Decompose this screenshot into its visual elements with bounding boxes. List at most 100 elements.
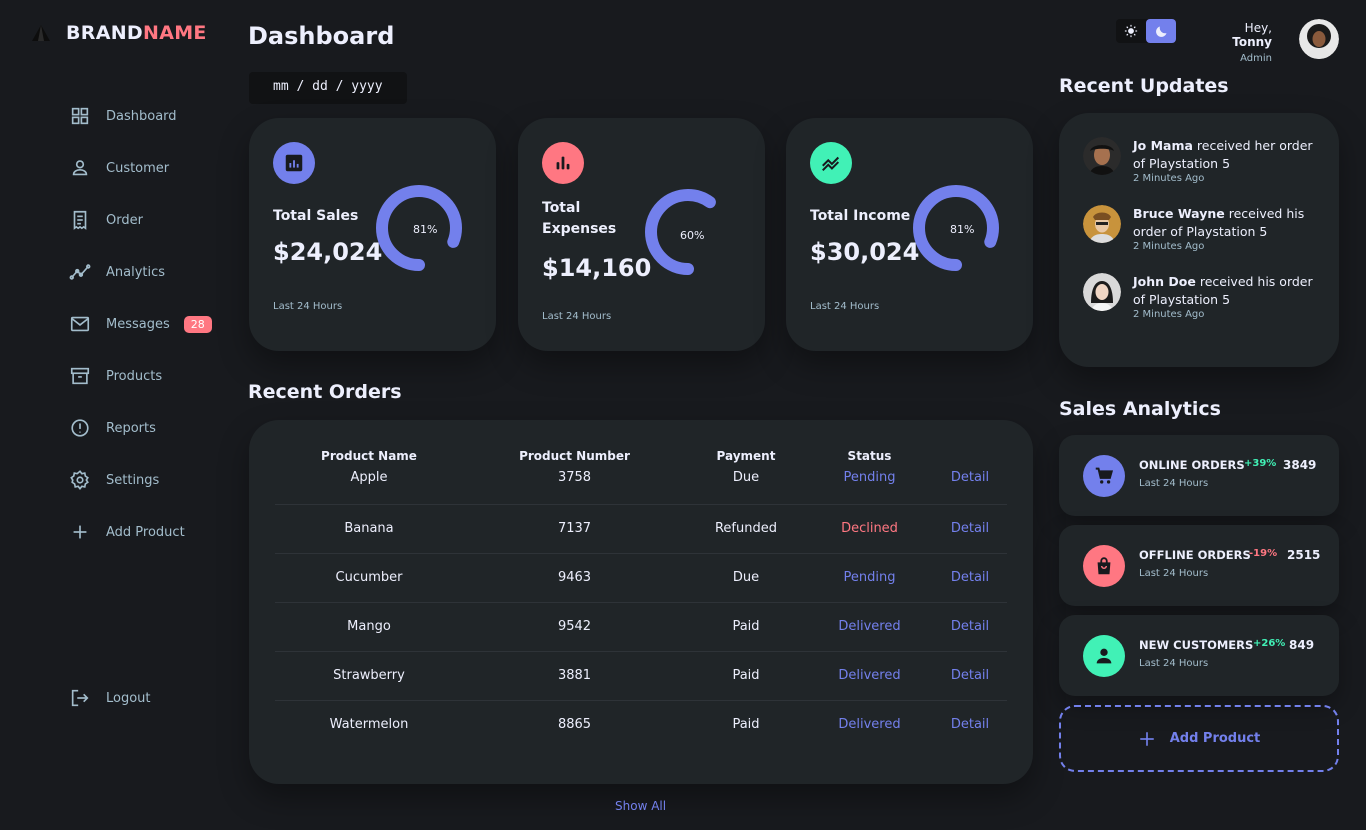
status: Pending <box>806 464 933 505</box>
product-number: 9542 <box>463 602 686 652</box>
greeting-text: Hey, Tonny <box>1232 21 1272 49</box>
add-product-label: Add Product <box>1169 731 1261 746</box>
sidebar-item-label: Products <box>106 368 163 384</box>
detail-link[interactable]: Detail <box>933 504 1007 554</box>
plus-icon <box>1139 731 1154 746</box>
analytics-card-new-customers: NEW CUSTOMERS Last 24 Hours +26% 849 <box>1059 615 1339 696</box>
analytics-value: 2515 <box>1287 548 1321 562</box>
analytics-change: -19% <box>1249 548 1278 559</box>
analytics-change: +39% <box>1244 458 1277 469</box>
cart-icon <box>1083 455 1125 497</box>
kpi-percent: 81% <box>950 223 975 236</box>
user-avatar <box>1083 273 1121 311</box>
profile-avatar[interactable] <box>1299 19 1339 59</box>
theme-toggler[interactable] <box>1116 19 1176 43</box>
kpi-percent: 81% <box>413 223 438 236</box>
recent-orders-table-card: Product Name Product Number Payment Stat… <box>249 420 1033 784</box>
grid-icon <box>68 104 92 128</box>
sidebar-item-products[interactable]: Products <box>68 350 228 402</box>
product-name: Banana <box>275 504 463 554</box>
user-avatar <box>1083 137 1121 175</box>
kpi-footer: Last 24 Hours <box>810 301 880 312</box>
table-row: Watermelon 8865 Paid Delivered Detail <box>275 700 1007 749</box>
page-title: Dashboard <box>248 22 395 50</box>
person-icon <box>68 156 92 180</box>
detail-link[interactable]: Detail <box>933 602 1007 652</box>
sidebar-item-dashboard[interactable]: Dashboard <box>68 90 228 142</box>
show-all-link[interactable]: Show All <box>615 799 666 813</box>
sidebar-item-label: Messages <box>106 316 170 332</box>
kpi-card-income: Total Income $30,024 81% Last 24 Hours <box>786 118 1033 351</box>
sidebar-item-add-product[interactable]: Add Product <box>68 506 228 558</box>
analytics-subtitle: Last 24 Hours <box>1139 478 1209 489</box>
add-product-button[interactable]: Add Product <box>1059 705 1339 772</box>
sidebar-item-label: Add Product <box>106 524 185 540</box>
analytics-value: 849 <box>1289 638 1315 652</box>
user-avatar <box>1083 205 1121 243</box>
analytics-change: +26% <box>1253 638 1286 649</box>
status: Pending <box>806 553 933 603</box>
update-item: Bruce Wayne received his order of Playst… <box>1083 205 1323 252</box>
logo-icon <box>32 25 50 41</box>
logout-area: Logout <box>68 672 228 724</box>
receipt-icon <box>68 208 92 232</box>
product-name: Watermelon <box>329 717 409 733</box>
update-time: 2 Minutes Ago <box>1133 309 1205 320</box>
product-number: 8865 <box>557 717 592 733</box>
analytics-title: ONLINE ORDERS <box>1139 458 1245 472</box>
update-item: Jo Mama received her order of Playstatio… <box>1083 137 1323 184</box>
analytics-subtitle: Last 24 Hours <box>1139 658 1209 669</box>
kpi-amount: $30,024 <box>810 238 920 266</box>
update-text: Jo Mama received her order of Playstatio… <box>1133 138 1313 171</box>
analytics-value: 3849 <box>1283 458 1317 472</box>
table-row: Cucumber 9463 Due Pending Detail <box>275 553 1007 603</box>
sidebar-item-customer[interactable]: Customer <box>68 142 228 194</box>
sidebar-item-analytics[interactable]: Analytics <box>68 246 228 298</box>
product-number: 3881 <box>463 651 686 701</box>
brand-logo[interactable]: BRANDNAME <box>30 22 207 44</box>
orders-table: Product Name Product Number Payment Stat… <box>275 446 1007 749</box>
update-text: Bruce Wayne received his order of Playst… <box>1133 206 1305 239</box>
col-header: Product Name <box>321 449 417 463</box>
sidebar-item-order[interactable]: Order <box>68 194 228 246</box>
update-item: John Doe received his order of Playstati… <box>1083 273 1323 320</box>
analytics-card-offline-orders: OFFLINE ORDERS Last 24 Hours -19% 2515 <box>1059 525 1339 606</box>
logout-button[interactable]: Logout <box>68 672 228 724</box>
logout-label: Logout <box>106 690 151 706</box>
status: Delivered <box>806 602 933 652</box>
sidebar-item-messages[interactable]: Messages 28 <box>68 298 228 350</box>
product-number: 9463 <box>463 553 686 603</box>
sun-icon[interactable] <box>1116 19 1146 43</box>
detail-link[interactable]: Detail <box>933 464 1007 505</box>
sidebar-nav: Dashboard Customer Order Analytics Messa… <box>68 90 228 558</box>
product-name: Apple <box>275 464 463 505</box>
table-row: Apple 3758 Due Pending Detail <box>275 464 1007 505</box>
kpi-footer: Last 24 Hours <box>273 301 343 312</box>
moon-icon[interactable] <box>1146 19 1176 43</box>
detail-link[interactable]: Detail <box>933 700 1007 749</box>
sidebar-item-reports[interactable]: Reports <box>68 402 228 454</box>
col-header: Payment <box>716 449 776 463</box>
table-row: Banana 7137 Refunded Declined Detail <box>275 504 1007 554</box>
recent-updates-title: Recent Updates <box>1059 75 1229 97</box>
payment: Due <box>686 553 806 603</box>
user-greeting: Hey, Tonny Admin <box>1202 21 1272 64</box>
analytics-title: NEW CUSTOMERS <box>1139 638 1254 652</box>
status: Delivered <box>806 651 933 701</box>
table-row: Strawberry 3881 Paid Delivered Detail <box>275 651 1007 701</box>
detail-link[interactable]: Detail <box>933 651 1007 701</box>
recent-updates-card: Jo Mama received her order of Playstatio… <box>1059 113 1339 367</box>
update-text: John Doe received his order of Playstati… <box>1133 274 1313 307</box>
product-number: 3758 <box>463 464 686 505</box>
logout-icon <box>68 686 92 710</box>
date-input[interactable]: mm / dd / yyyy <box>249 72 407 104</box>
kpi-percent: 60% <box>680 229 705 242</box>
analytics-card-online-orders: ONLINE ORDERS Last 24 Hours +39% 3849 <box>1059 435 1339 516</box>
report-icon <box>68 416 92 440</box>
insights-icon <box>68 260 92 284</box>
payment: Due <box>686 464 806 505</box>
sidebar-item-settings[interactable]: Settings <box>68 454 228 506</box>
product-number: 7137 <box>463 504 686 554</box>
gear-icon <box>68 468 92 492</box>
detail-link[interactable]: Detail <box>933 553 1007 603</box>
